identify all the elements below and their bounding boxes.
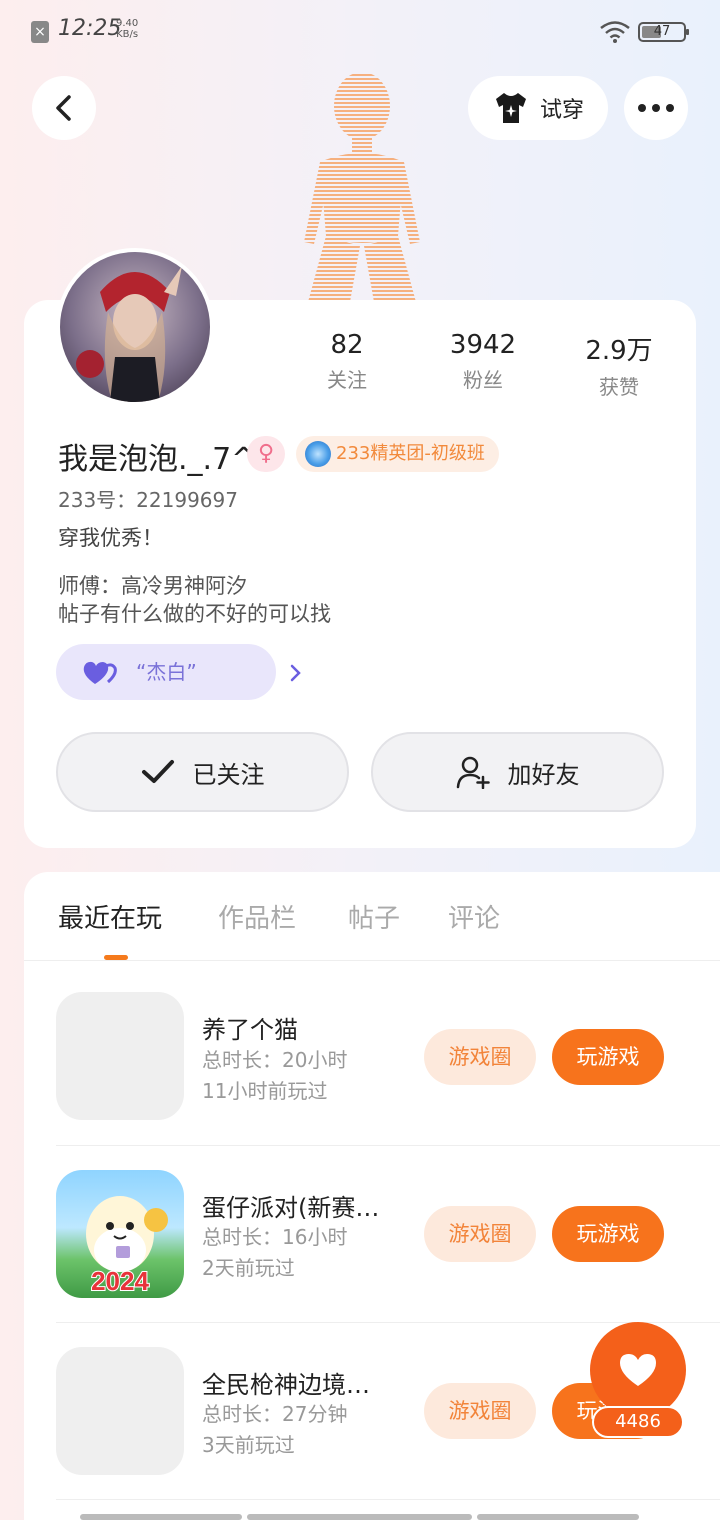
- stat-followers[interactable]: 3942 粉丝: [423, 330, 543, 393]
- try-on-label: 试穿: [539, 98, 584, 123]
- status-time: 12:25: [58, 16, 122, 41]
- following-count: 82: [330, 330, 364, 360]
- purple-heart-icon: [83, 661, 117, 684]
- eggy-character-icon: 2024: [86, 1196, 168, 1297]
- bio: 穿我优秀！: [58, 526, 163, 550]
- game-icon-eggy-party[interactable]: 2024: [56, 1170, 184, 1298]
- club-badge[interactable]: 233精英团-初级班: [296, 436, 499, 472]
- bottom-bar-segment: [80, 1514, 242, 1520]
- game-last-played: 11小时前玩过: [202, 1079, 328, 1103]
- stat-following[interactable]: 82 关注: [287, 330, 407, 393]
- game-circle-button[interactable]: 游戏圈: [424, 1206, 536, 1262]
- description-line-2: 帖子有什么做的不好的可以找: [58, 602, 331, 626]
- row-divider: [56, 1499, 720, 1500]
- tshirt-sparkle-icon: [495, 93, 526, 123]
- status-bar: × 12:25 9.40 KB/s 47: [0, 0, 720, 64]
- game-icon-placeholder[interactable]: [56, 992, 184, 1120]
- avatar-portrait: [76, 266, 182, 402]
- network-speed-unit: KB/s: [116, 29, 139, 40]
- female-gender-icon: ♀: [247, 436, 285, 472]
- likes-received-count: 2.9万: [585, 336, 653, 366]
- network-speed: 9.40 KB/s: [116, 18, 138, 40]
- back-button[interactable]: [32, 76, 96, 140]
- following-button-label: 已关注: [192, 760, 265, 789]
- likes-received-label: 获赞: [599, 375, 639, 399]
- wifi-icon: [600, 21, 630, 43]
- description-line-1: 师傅：高冷男神阿汐: [58, 574, 247, 598]
- battery-icon: 47: [638, 22, 689, 42]
- more-dots-icon: [638, 104, 674, 112]
- game-last-played: 2天前玩过: [202, 1256, 295, 1280]
- tabs-divider: [24, 960, 720, 961]
- followers-count: 3942: [449, 330, 517, 360]
- game-circle-button[interactable]: 游戏圈: [424, 1383, 536, 1439]
- avatar-figure-preview: [304, 72, 420, 302]
- more-options-button[interactable]: [624, 76, 688, 140]
- followers-label: 粉丝: [463, 368, 503, 392]
- tab-works[interactable]: 作品栏: [218, 898, 296, 935]
- chevron-right-icon: [290, 664, 301, 682]
- back-arrow-icon: [56, 95, 71, 121]
- bottom-bar-segment: [247, 1514, 472, 1520]
- like-count: 4486: [592, 1406, 684, 1438]
- game-duration: 总时长：16小时: [202, 1225, 348, 1249]
- heart-icon: [620, 1354, 656, 1386]
- stat-likes[interactable]: 2.9万 获赞: [559, 330, 679, 400]
- try-on-button[interactable]: 试穿: [468, 76, 608, 140]
- game-icon-placeholder[interactable]: [56, 1347, 184, 1475]
- game-name[interactable]: 养了个猫: [202, 1010, 298, 1045]
- network-speed-value: 9.40: [116, 18, 139, 29]
- profile-description: 师傅：高冷男神阿汐 帖子有什么做的不好的可以找: [58, 572, 331, 628]
- game-duration: 总时长：20小时: [202, 1048, 348, 1072]
- add-friend-button[interactable]: 加好友: [371, 732, 664, 812]
- game-duration: 总时长：27分钟: [202, 1402, 348, 1426]
- avatar[interactable]: [56, 248, 214, 406]
- user-id: 233号：22199697: [58, 488, 238, 512]
- game-icon-year: 2024: [91, 1266, 149, 1296]
- title-chip-label: “杰白”: [136, 660, 197, 684]
- row-divider: [56, 1322, 720, 1323]
- play-game-button[interactable]: 玩游戏: [552, 1029, 664, 1085]
- notification-close-icon: ×: [31, 21, 49, 43]
- tab-comments[interactable]: 评论: [448, 898, 500, 935]
- game-name[interactable]: 全民枪神边境…: [202, 1365, 370, 1400]
- bottom-bar-segment: [477, 1514, 639, 1520]
- add-friend-label: 加好友: [507, 760, 580, 789]
- club-medal-icon: [305, 441, 331, 467]
- following-label: 关注: [327, 368, 367, 392]
- tab-posts[interactable]: 帖子: [348, 898, 400, 935]
- club-badge-label: 233精英团-初级班: [336, 443, 485, 464]
- row-divider: [56, 1145, 720, 1146]
- game-circle-button[interactable]: 游戏圈: [424, 1029, 536, 1085]
- add-user-icon: [456, 756, 490, 789]
- like-button[interactable]: [590, 1322, 686, 1418]
- nickname: 我是泡泡._.7^: [58, 442, 257, 477]
- tab-recently-played[interactable]: 最近在玩: [58, 898, 162, 935]
- game-name[interactable]: 蛋仔派对(新赛…: [202, 1188, 379, 1223]
- following-button[interactable]: 已关注: [56, 732, 349, 812]
- title-chip[interactable]: “杰白”: [56, 644, 301, 700]
- play-game-button[interactable]: 玩游戏: [552, 1206, 664, 1262]
- game-last-played: 3天前玩过: [202, 1433, 295, 1457]
- checkmark-icon: [141, 760, 174, 783]
- battery-level: 47: [653, 24, 671, 39]
